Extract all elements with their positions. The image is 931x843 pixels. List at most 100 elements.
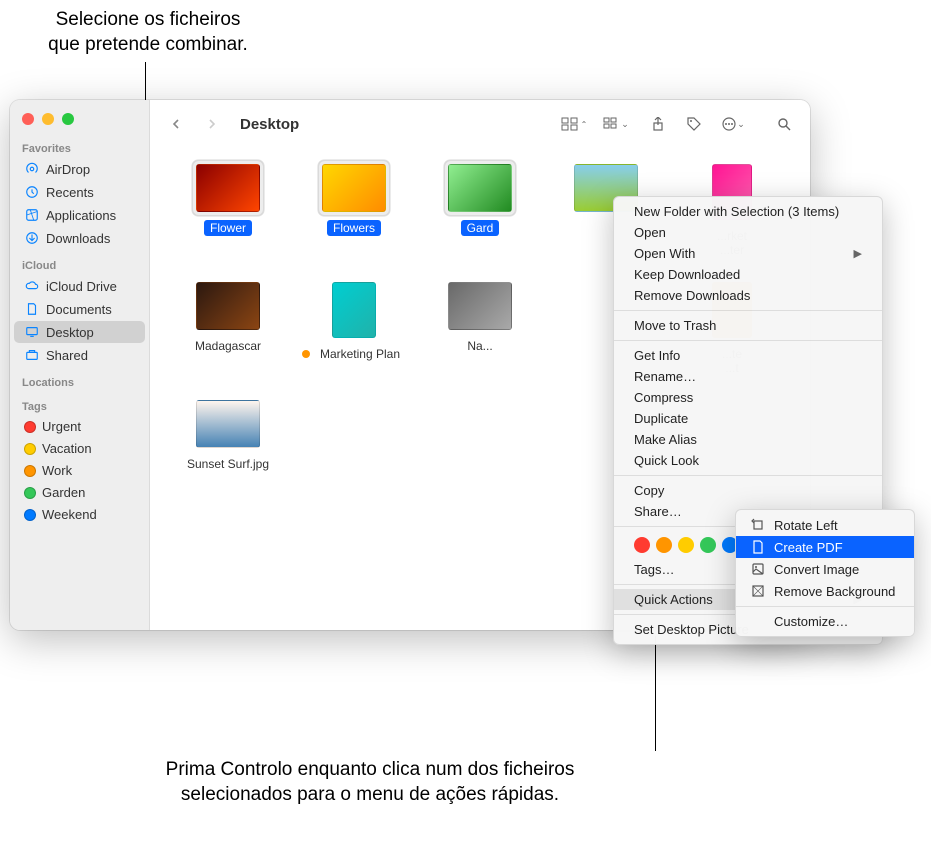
menu-separator <box>614 340 882 341</box>
file-label: Sunset Surf.jpg <box>181 456 275 472</box>
file-nature[interactable]: Na... <box>422 278 538 376</box>
menu-move-to-trash[interactable]: Move to Trash <box>614 315 882 336</box>
group-button[interactable]: ⌄ <box>596 112 636 136</box>
more-button[interactable]: ⌄ <box>716 112 750 136</box>
menu-get-info[interactable]: Get Info <box>614 345 882 366</box>
tag-green[interactable] <box>700 537 716 553</box>
menu-separator <box>614 310 882 311</box>
sidebar-label: Work <box>42 463 72 478</box>
tag-red[interactable] <box>634 537 650 553</box>
pdf-icon <box>750 539 766 555</box>
sidebar-item-applications[interactable]: Applications <box>14 204 145 226</box>
tag-dot <box>24 465 36 477</box>
sidebar-label: Vacation <box>42 441 92 456</box>
sidebar-label: Shared <box>46 348 88 363</box>
file-label: Flower <box>204 220 252 236</box>
tag-dot <box>24 421 36 433</box>
sidebar-header-tags: Tags <box>10 395 149 415</box>
sidebar-item-icloud-drive[interactable]: iCloud Drive <box>14 275 145 297</box>
maximize-button[interactable] <box>62 113 74 125</box>
sidebar-label: Garden <box>42 485 85 500</box>
sidebar-item-desktop[interactable]: Desktop <box>14 321 145 343</box>
file-label: Marketing Plan <box>314 346 406 362</box>
menu-rename[interactable]: Rename… <box>614 366 882 387</box>
file-flower[interactable]: Flower <box>170 160 286 258</box>
menu-copy[interactable]: Copy <box>614 480 882 501</box>
back-button[interactable] <box>162 112 190 136</box>
sidebar-tag-vacation[interactable]: Vacation <box>14 438 145 459</box>
file-garden[interactable]: Gard <box>422 160 538 258</box>
tag-dot <box>24 487 36 499</box>
menu-separator <box>736 606 914 607</box>
callout-line-bottom <box>655 636 656 751</box>
menu-duplicate[interactable]: Duplicate <box>614 408 882 429</box>
tag-orange[interactable] <box>656 537 672 553</box>
menu-quick-look[interactable]: Quick Look <box>614 450 882 471</box>
close-button[interactable] <box>22 113 34 125</box>
menu-open-with[interactable]: Open With▶ <box>614 243 882 264</box>
sidebar-tag-weekend[interactable]: Weekend <box>14 504 145 525</box>
sidebar-item-recents[interactable]: Recents <box>14 181 145 203</box>
quick-actions-submenu: Rotate Left Create PDF Convert Image Rem… <box>735 509 915 637</box>
submenu-customize[interactable]: Customize… <box>736 611 914 632</box>
tag-yellow[interactable] <box>678 537 694 553</box>
submenu-remove-background[interactable]: Remove Background <box>736 580 914 602</box>
sidebar-tag-urgent[interactable]: Urgent <box>14 416 145 437</box>
desktop-icon <box>24 324 40 340</box>
callout-bottom: Prima Controlo enquanto clica num dos fi… <box>70 758 670 807</box>
traffic-lights <box>10 108 149 137</box>
view-icons-button[interactable]: ⌃ <box>560 112 588 136</box>
sidebar-label: Documents <box>46 302 112 317</box>
sidebar-section-icloud: iCloud iCloud Drive Documents Desktop Sh… <box>10 254 149 371</box>
file-sunset[interactable]: Sunset Surf.jpg <box>170 396 286 472</box>
file-thumbnail <box>196 400 260 448</box>
file-thumbnail <box>196 282 260 330</box>
sidebar-tag-work[interactable]: Work <box>14 460 145 481</box>
menu-separator <box>614 475 882 476</box>
sidebar-item-downloads[interactable]: Downloads <box>14 227 145 249</box>
minimize-button[interactable] <box>42 113 54 125</box>
sidebar-label: AirDrop <box>46 162 90 177</box>
menu-open[interactable]: Open <box>614 222 882 243</box>
finder-window: Favorites AirDrop Recents Applications D… <box>10 100 810 630</box>
share-button[interactable] <box>644 112 672 136</box>
file-madagascar[interactable]: Madagascar <box>170 278 286 376</box>
sidebar-header-locations: Locations <box>10 371 149 391</box>
sidebar-label: Desktop <box>46 325 94 340</box>
tags-button[interactable] <box>680 112 708 136</box>
submenu-create-pdf[interactable]: Create PDF <box>736 536 914 558</box>
sidebar-tag-garden[interactable]: Garden <box>14 482 145 503</box>
sidebar-item-airdrop[interactable]: AirDrop <box>14 158 145 180</box>
menu-make-alias[interactable]: Make Alias <box>614 429 882 450</box>
sidebar-label: iCloud Drive <box>46 279 117 294</box>
file-label: Madagascar <box>189 338 267 354</box>
callout-top: Selecione os ficheiros que pretende comb… <box>18 8 278 57</box>
menu-new-folder-selection[interactable]: New Folder with Selection (3 Items) <box>614 201 882 222</box>
sidebar-section-locations: Locations <box>10 371 149 395</box>
tag-dot <box>24 443 36 455</box>
window-title: Desktop <box>240 116 299 133</box>
sidebar-label: Downloads <box>46 231 110 246</box>
forward-button[interactable] <box>198 112 226 136</box>
sidebar-section-tags: Tags Urgent Vacation Work Garden Weekend <box>10 395 149 530</box>
submenu-rotate-left[interactable]: Rotate Left <box>736 514 914 536</box>
main-area: Desktop ⌃ ⌄ ⌄ Flower Flowers Gard <box>150 100 810 630</box>
menu-remove-downloads[interactable]: Remove Downloads <box>614 285 882 306</box>
menu-keep-downloaded[interactable]: Keep Downloaded <box>614 264 882 285</box>
file-label: Flowers <box>327 220 381 236</box>
file-thumbnail <box>448 282 512 330</box>
file-label: Gard <box>461 220 500 236</box>
file-marketing[interactable]: Marketing Plan <box>296 278 412 376</box>
sidebar-label: Applications <box>46 208 116 223</box>
file-label <box>600 220 612 222</box>
sidebar-label: Recents <box>46 185 94 200</box>
submenu-convert-image[interactable]: Convert Image <box>736 558 914 580</box>
search-button[interactable] <box>770 112 798 136</box>
tag-dot-icon <box>302 350 310 358</box>
menu-compress[interactable]: Compress <box>614 387 882 408</box>
doc-icon <box>24 301 40 317</box>
sidebar-item-documents[interactable]: Documents <box>14 298 145 320</box>
file-flowers[interactable]: Flowers <box>296 160 412 258</box>
sidebar-item-shared[interactable]: Shared <box>14 344 145 366</box>
clock-icon <box>24 184 40 200</box>
